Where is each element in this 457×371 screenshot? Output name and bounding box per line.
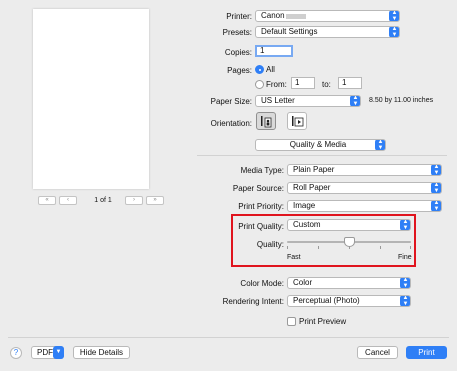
media-type-value: Plain Paper	[293, 165, 335, 174]
pages-label: Pages:	[227, 66, 252, 75]
help-button[interactable]: ?	[10, 347, 22, 359]
last-page-button[interactable]: »	[146, 196, 164, 205]
help-icon: ?	[13, 348, 19, 357]
paper-source-value: Roll Paper	[293, 183, 331, 192]
first-page-button[interactable]: «	[38, 196, 56, 205]
printer-popup[interactable]: Canon ▲ ▼	[255, 10, 400, 22]
quality-tick	[287, 246, 288, 249]
section-popup-arrows-icon: ▲ ▼	[375, 140, 385, 150]
quality-slider-thumb[interactable]	[343, 237, 355, 247]
color-mode-value: Color	[293, 278, 313, 287]
color-mode-popup-arrows-icon: ▲ ▼	[400, 278, 410, 288]
pages-from-label: From:	[266, 80, 287, 89]
rendering-intent-value: Perceptual (Photo)	[293, 296, 360, 305]
next-page-button[interactable]: ›	[125, 196, 143, 205]
presets-value: Default Settings	[261, 27, 318, 36]
page-preview	[33, 9, 149, 189]
media-type-popup-arrows-icon: ▲ ▼	[431, 165, 441, 175]
pages-all-radio[interactable]	[255, 65, 264, 74]
print-preview-label: Print Preview	[299, 317, 347, 326]
print-preview-checkbox[interactable]	[287, 317, 296, 326]
print-priority-value: Image	[293, 201, 316, 210]
section-popup[interactable]: Quality & Media ▲ ▼	[255, 139, 386, 151]
presets-label: Presets:	[222, 28, 252, 37]
cancel-button[interactable]: Cancel	[357, 346, 398, 359]
section-value: Quality & Media	[289, 140, 347, 149]
quality-slider[interactable]	[287, 237, 411, 251]
previous-page-button[interactable]: ‹	[59, 196, 77, 205]
presets-popup[interactable]: Default Settings ▲ ▼	[255, 26, 400, 38]
quality-min-label: Fast	[287, 254, 301, 261]
print-button[interactable]: Print	[406, 346, 447, 359]
rendering-intent-popup[interactable]: Perceptual (Photo) ▲ ▼	[287, 295, 411, 307]
orientation-label: Orientation:	[210, 119, 252, 128]
media-type-label: Media Type:	[240, 166, 284, 175]
quality-tick	[410, 246, 411, 249]
print-quality-popup-arrows-icon: ▲ ▼	[400, 220, 410, 230]
rendering-intent-label: Rendering Intent:	[222, 297, 284, 306]
print-quality-label: Print Quality:	[238, 222, 284, 231]
media-type-popup[interactable]: Plain Paper ▲ ▼	[287, 164, 442, 176]
printer-label: Printer:	[226, 12, 252, 21]
print-quality-value: Custom	[293, 220, 321, 229]
print-priority-popup[interactable]: Image ▲ ▼	[287, 200, 442, 212]
quality-label: Quality:	[256, 240, 284, 249]
printer-value: Canon	[261, 11, 285, 20]
pages-from-radio[interactable]	[255, 80, 264, 89]
print-quality-popup[interactable]: Custom ▲ ▼	[287, 219, 411, 231]
printer-name-redacted	[286, 14, 306, 19]
quality-tick	[380, 246, 381, 249]
page-indicator: 1 of 1	[94, 197, 112, 204]
paper-source-popup-arrows-icon: ▲ ▼	[431, 183, 441, 193]
pages-from-field[interactable]: 1	[291, 77, 315, 89]
footer-divider	[8, 337, 449, 338]
color-mode-label: Color Mode:	[240, 279, 284, 288]
paper-source-label: Paper Source:	[232, 184, 284, 193]
paper-size-label: Paper Size:	[210, 97, 252, 106]
print-priority-label: Print Priority:	[238, 202, 284, 211]
pdf-label: PDF	[37, 348, 53, 357]
copies-field[interactable]: 1	[255, 45, 293, 57]
paper-size-dimensions: 8.50 by 11.00 inches	[369, 97, 434, 104]
rendering-intent-popup-arrows-icon: ▲ ▼	[400, 296, 410, 306]
orientation-landscape-button[interactable]	[287, 112, 307, 130]
copies-label: Copies:	[224, 48, 252, 57]
paper-size-value: US Letter	[261, 96, 295, 105]
hide-details-button[interactable]: Hide Details	[73, 346, 130, 359]
pages-to-label: to:	[322, 80, 331, 89]
paper-size-popup-arrows-icon: ▲ ▼	[350, 96, 360, 106]
quality-tick	[318, 246, 319, 249]
orientation-portrait-button[interactable]	[256, 112, 276, 130]
print-dialog: { "preview": { "page_indicator": "1 of 1…	[0, 0, 457, 371]
color-mode-popup[interactable]: Color ▲ ▼	[287, 277, 411, 289]
paper-source-popup[interactable]: Roll Paper ▲ ▼	[287, 182, 442, 194]
portrait-orientation-icon	[261, 116, 272, 128]
pdf-menu-button[interactable]: PDF ▼	[31, 346, 64, 359]
paper-size-popup[interactable]: US Letter ▲ ▼	[255, 95, 361, 107]
print-priority-popup-arrows-icon: ▲ ▼	[431, 201, 441, 211]
pages-to-field[interactable]: 1	[338, 77, 362, 89]
pdf-chevron-down-icon: ▼	[53, 346, 64, 359]
presets-popup-arrows-icon: ▲ ▼	[389, 27, 399, 37]
printer-popup-arrows-icon: ▲ ▼	[389, 11, 399, 21]
pages-all-label: All	[266, 65, 275, 74]
quality-max-label: Fine	[398, 254, 412, 261]
section-divider	[197, 155, 447, 156]
landscape-orientation-icon	[292, 116, 304, 127]
